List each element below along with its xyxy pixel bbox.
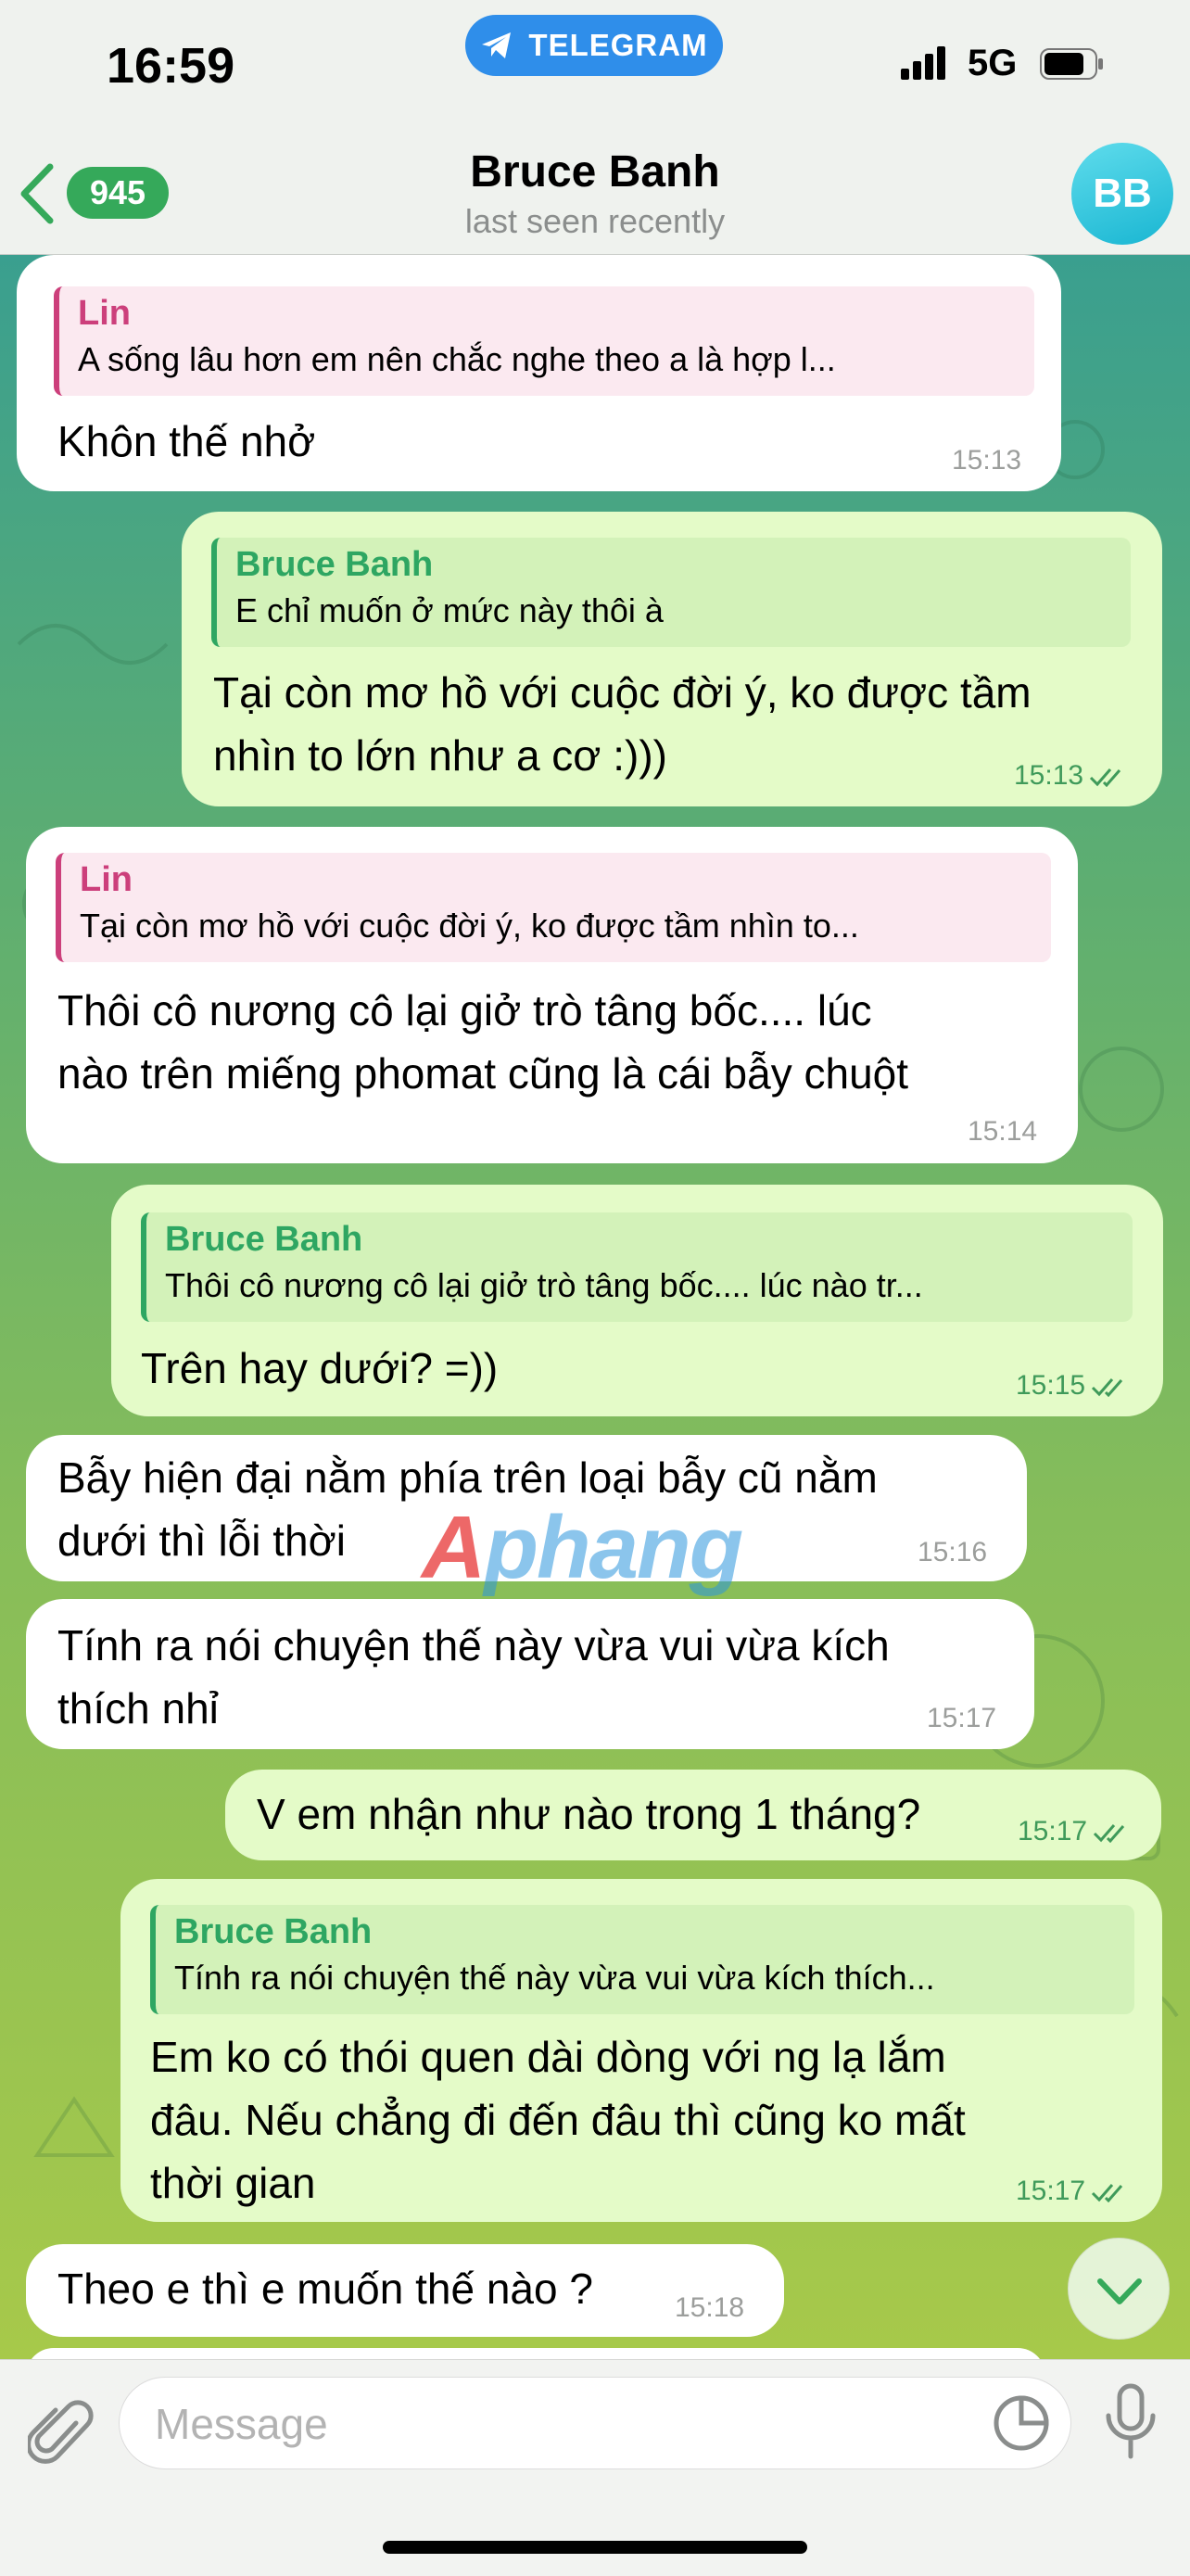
message-input-container[interactable] bbox=[119, 2377, 1071, 2469]
battery-icon bbox=[1040, 48, 1103, 80]
message-time: 15:13 bbox=[1014, 760, 1084, 791]
quote-text: A sống lâu hơn em nên chắc nghe theo a l… bbox=[78, 340, 836, 378]
double-check-icon bbox=[1092, 1378, 1123, 1398]
quote-author: Bruce Banh bbox=[235, 545, 434, 584]
quote-author: Bruce Banh bbox=[174, 1912, 373, 1951]
message-bubble-incoming[interactable]: Tính ra nói chuyện thế này vừa vui vừa k… bbox=[26, 1599, 1034, 1749]
telegram-pill[interactable]: TELEGRAM bbox=[465, 15, 723, 76]
quote-author: Lin bbox=[80, 860, 133, 899]
message-text: Trên hay dưới? =)) bbox=[141, 1344, 499, 1392]
message-time: 15:13 bbox=[952, 445, 1022, 476]
message-time: 15:17 bbox=[1016, 2176, 1086, 2206]
reply-quote[interactable]: Bruce Banh E chỉ muốn ở mức này thôi à bbox=[211, 538, 1131, 647]
sticker-icon[interactable] bbox=[991, 2392, 1052, 2454]
home-indicator[interactable] bbox=[383, 2541, 807, 2554]
paper-plane-icon bbox=[482, 32, 512, 58]
message-meta: 15:13 bbox=[1014, 760, 1130, 792]
message-text: Tại còn mơ hồ với cuộc đời ý, ko được tầ… bbox=[213, 668, 1032, 780]
quote-text: Tại còn mơ hồ với cuộc đời ý, ko được tầ… bbox=[80, 907, 859, 945]
paperclip-icon[interactable] bbox=[28, 2395, 95, 2469]
avatar[interactable]: BB bbox=[1071, 143, 1173, 245]
message-meta: 15:17 bbox=[1018, 1816, 1133, 1847]
double-check-icon bbox=[1094, 1824, 1125, 1844]
reply-quote[interactable]: Lin Tại còn mơ hồ với cuộc đời ý, ko đượ… bbox=[56, 853, 1051, 962]
network-type: 5G bbox=[968, 43, 1018, 83]
quote-text: Tính ra nói chuyện thế này vừa vui vừa k… bbox=[174, 1959, 935, 1997]
scroll-down-button[interactable] bbox=[1068, 2238, 1170, 2340]
message-text: Tính ra nói chuyện thế này vừa vui vừa k… bbox=[57, 1621, 890, 1732]
contact-name[interactable]: Bruce Banh bbox=[0, 146, 1190, 197]
message-time: 15:15 bbox=[1016, 1370, 1086, 1401]
reply-quote[interactable]: Bruce Banh Thôi cô nương cô lại giở trò … bbox=[141, 1212, 1133, 1322]
chat-header: 945 Bruce Banh last seen recently BB bbox=[0, 139, 1190, 255]
watermark-logo: Aphang bbox=[422, 1498, 743, 1597]
microphone-icon[interactable] bbox=[1101, 2382, 1160, 2464]
message-text: Khôn thế nhở bbox=[57, 417, 316, 465]
message-input[interactable] bbox=[153, 2394, 991, 2454]
double-check-icon bbox=[1092, 2184, 1123, 2203]
message-time: 15:17 bbox=[1018, 1816, 1088, 1846]
message-time: 15:16 bbox=[918, 1537, 988, 1567]
message-bubble-incoming[interactable]: Theo e thì e muốn thế nào ? 15:18 bbox=[26, 2244, 784, 2337]
message-bubble-incoming[interactable] bbox=[26, 2348, 1045, 2359]
message-time: 15:14 bbox=[968, 1116, 1038, 1147]
message-text: Em ko có thói quen dài dòng với ng lạ lắ… bbox=[150, 2033, 966, 2207]
message-time: 15:18 bbox=[675, 2292, 745, 2323]
quote-author: Lin bbox=[78, 294, 131, 333]
quote-text: Thôi cô nương cô lại giở trò tâng bốc...… bbox=[165, 1266, 923, 1304]
status-time: 16:59 bbox=[107, 38, 235, 94]
message-meta: 15:17 bbox=[1016, 2176, 1132, 2207]
message-text: Thôi cô nương cô lại giở trò tâng bốc...… bbox=[57, 986, 909, 1098]
message-bubble-outgoing[interactable]: V em nhận như nào trong 1 tháng? 15:17 bbox=[225, 1770, 1161, 1860]
message-meta: 15:15 bbox=[1016, 1370, 1132, 1402]
last-seen-status: last seen recently bbox=[464, 202, 726, 240]
chevron-down-icon bbox=[1097, 2278, 1142, 2304]
message-bubble-outgoing[interactable]: Bruce Banh Tính ra nói chuyện thế này vừ… bbox=[120, 1879, 1162, 2222]
telegram-pill-label: TELEGRAM bbox=[528, 28, 708, 62]
quote-text: E chỉ muốn ở mức này thôi à bbox=[235, 591, 664, 629]
signal-bars-icon bbox=[901, 46, 945, 80]
reply-quote[interactable]: Lin A sống lâu hơn em nên chắc nghe theo… bbox=[54, 286, 1034, 396]
status-bar: 16:59 TELEGRAM 5G bbox=[0, 0, 1190, 139]
double-check-icon bbox=[1090, 768, 1121, 788]
message-bubble-incoming[interactable]: Lin Tại còn mơ hồ với cuộc đời ý, ko đượ… bbox=[26, 827, 1078, 1163]
quote-author: Bruce Banh bbox=[165, 1220, 363, 1259]
chat-area[interactable]: Lin A sống lâu hơn em nên chắc nghe theo… bbox=[0, 255, 1190, 2359]
message-text: Theo e thì e muốn thế nào ? bbox=[57, 2265, 593, 2313]
message-time: 15:17 bbox=[927, 1703, 997, 1733]
message-bubble-incoming[interactable]: Lin A sống lâu hơn em nên chắc nghe theo… bbox=[17, 255, 1061, 491]
message-bubble-outgoing[interactable]: Bruce Banh Thôi cô nương cô lại giở trò … bbox=[111, 1185, 1163, 1416]
reply-quote[interactable]: Bruce Banh Tính ra nói chuyện thế này vừ… bbox=[150, 1905, 1134, 2014]
message-bubble-outgoing[interactable]: Bruce Banh E chỉ muốn ở mức này thôi à T… bbox=[182, 512, 1162, 806]
message-text: V em nhận như nào trong 1 tháng? bbox=[257, 1790, 921, 1838]
